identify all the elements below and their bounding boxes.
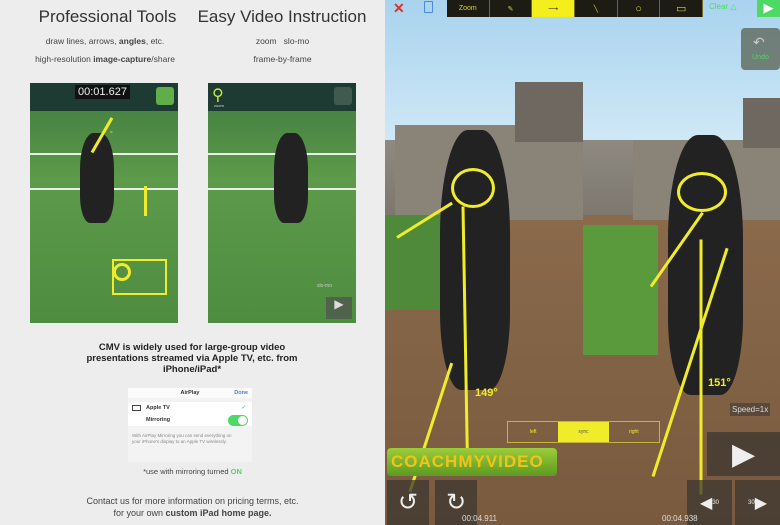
angle-label: ° [110, 131, 113, 138]
play-button[interactable]: ▶ [326, 297, 352, 319]
play-icon[interactable]: ▶ [757, 0, 780, 17]
clear-button[interactable]: Clear △ [709, 2, 737, 11]
left-button[interactable]: left [508, 422, 558, 442]
video-line1: zoom slo-mo [255, 36, 310, 46]
video-line2: frame-by-frame [253, 54, 312, 64]
coachmyvideo-logo: COACHMYVIDEO [387, 448, 557, 476]
zoom-tool[interactable]: Zoom [447, 0, 490, 17]
contact-line1: Contact us for more information on prici… [86, 496, 299, 506]
video-timestamp: 00:01.627 [75, 85, 130, 99]
left-timestamp: 00:04.911 [462, 514, 497, 523]
play-icon[interactable] [334, 87, 352, 105]
video-instruction-thumbnail: ⚲ zoom slo-mo ▶ [208, 83, 356, 323]
drawing-toolbar: Zoom ✎ ⟶ ╲ ○ ▭ [447, 0, 704, 17]
tools-video-thumbnail: 00:01.627 ° [30, 83, 178, 323]
line-icon[interactable]: ╲ [575, 0, 618, 17]
checkmark-icon: ✓ [241, 405, 246, 411]
app-screenshot: 149° 151° ✕ Zoom ✎ ⟶ ╲ ○ ▭ Clear △ ▶ ↶ Un… [385, 0, 780, 525]
rewind-icon[interactable]: ↺ [387, 480, 429, 525]
zoom-icon[interactable]: ⚲ [212, 85, 224, 105]
mirroring-footnote: *use with mirroring turned ON [143, 467, 242, 476]
tools-title: Professional Tools [38, 7, 177, 26]
apple-tv-option[interactable]: Apple TV [146, 405, 170, 411]
circle-annotation [677, 172, 727, 212]
play-button[interactable]: ▶ [707, 432, 780, 476]
right-timestamp: 00:04.938 [662, 514, 698, 523]
arrow-annotation [144, 186, 147, 216]
promo-panel: Professional Tools Easy Video Instructio… [0, 0, 385, 525]
share-icon[interactable] [424, 1, 433, 13]
video-title: Easy Video Instruction [197, 7, 367, 26]
tools-line1: draw lines, arrows, angles, etc. [45, 36, 165, 46]
mirroring-toggle[interactable] [228, 415, 248, 426]
pencil-icon[interactable]: ✎ [490, 0, 533, 17]
player-figure [274, 133, 308, 223]
tools-line2: high-resolution image-capture/share [35, 54, 175, 64]
left-video-pane[interactable]: 149° [385, 0, 583, 525]
done-button[interactable]: Done [234, 390, 248, 396]
cmv-description: CMV is widely used for large-group video… [86, 342, 298, 375]
circle-icon[interactable]: ○ [618, 0, 661, 17]
undo-button[interactable]: ↶ Undo [741, 28, 780, 70]
sync-button[interactable]: sync [558, 422, 609, 442]
angle-label: 151° [708, 377, 731, 389]
close-icon[interactable]: ✕ [393, 0, 405, 17]
tv-icon [132, 405, 141, 411]
rectangle-icon[interactable]: ▭ [660, 0, 704, 17]
arrow-icon[interactable]: ⟶ [532, 0, 576, 17]
circle-annotation [451, 168, 495, 208]
step-forward-button[interactable]: 30 ▶ [735, 480, 780, 525]
right-button[interactable]: right [609, 422, 659, 442]
angle-label: 149° [475, 387, 498, 399]
undo-icon: ↶ [753, 34, 765, 50]
play-icon[interactable] [156, 87, 174, 105]
speed-label[interactable]: Speed=1x [730, 403, 771, 416]
sync-control: left sync right [507, 421, 660, 443]
circle-annotation [113, 263, 131, 281]
contact-line2: for your own custom iPad home page. [113, 508, 272, 518]
airplay-dialog: AirPlay Done Apple TV ✓ Mirroring With A… [128, 388, 252, 462]
